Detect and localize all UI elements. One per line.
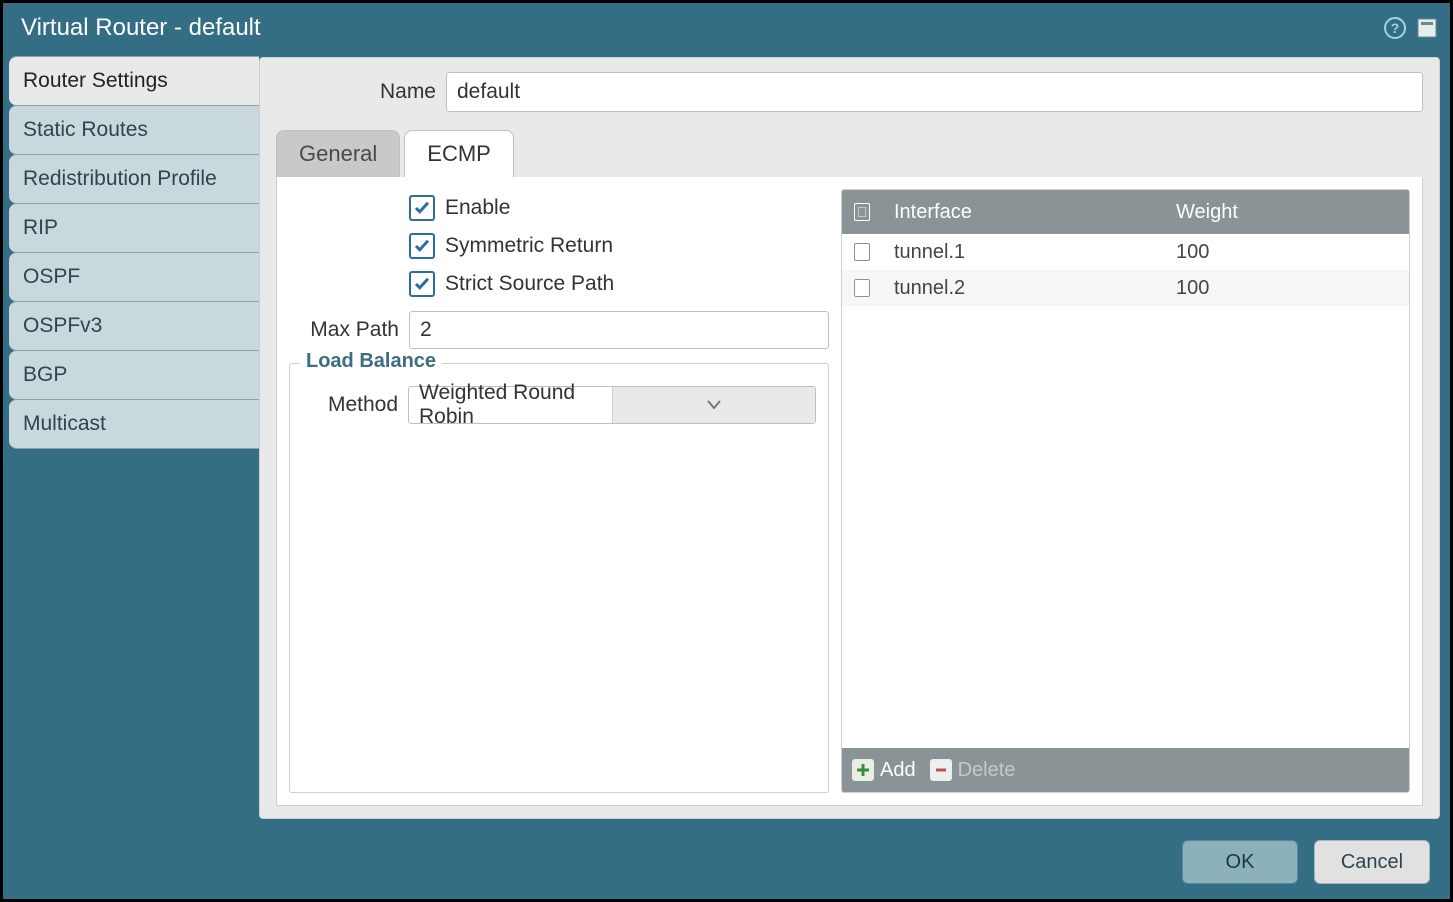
method-row: Method Weighted Round Robin [302, 386, 816, 424]
dialog-window: Virtual Router - default ? Router Settin… [3, 3, 1450, 899]
name-label: Name [276, 80, 446, 104]
symmetric-label: Symmetric Return [445, 234, 613, 258]
interface-grid: Interface Weight tunnel.1 100 tunnel.2 1… [841, 189, 1410, 793]
delete-label: Delete [958, 759, 1016, 782]
window-title: Virtual Router - default [21, 14, 261, 42]
select-all-checkbox[interactable] [854, 203, 870, 221]
tab-general[interactable]: General [276, 130, 400, 177]
dialog-footer: OK Cancel [3, 825, 1450, 899]
grid-header-interface[interactable]: Interface [882, 201, 1164, 224]
strict-row: Strict Source Path [409, 271, 829, 297]
sidebar-item-label: OSPF [23, 265, 80, 289]
dialog-body: Router Settings Static Routes Redistribu… [3, 53, 1450, 825]
maxpath-input[interactable] [409, 311, 829, 349]
cell-interface: tunnel.2 [882, 277, 1164, 300]
loadbalance-legend: Load Balance [300, 350, 442, 373]
button-label: Cancel [1341, 851, 1403, 874]
name-input[interactable] [446, 72, 1423, 112]
sidebar-item-label: RIP [23, 216, 58, 240]
tab-label: General [299, 141, 377, 166]
add-label: Add [880, 759, 916, 782]
plus-icon [852, 759, 874, 781]
enable-label: Enable [445, 196, 510, 220]
tab-body-ecmp: Enable Symmetric Return Strict Source Pa… [276, 177, 1423, 806]
title-bar: Virtual Router - default ? [3, 3, 1450, 53]
help-icon[interactable]: ? [1382, 15, 1408, 41]
minus-icon [930, 759, 952, 781]
cell-weight: 100 [1164, 241, 1409, 264]
row-checkbox[interactable] [854, 243, 870, 261]
maxpath-row: Max Path [289, 311, 829, 349]
enable-checkbox[interactable] [409, 195, 435, 221]
content-panel: Name General ECMP Enable Symmetric Retur… [259, 57, 1440, 819]
grid-header: Interface Weight [842, 190, 1409, 234]
sidebar-item-label: BGP [23, 363, 67, 387]
grid-header-checkbox-cell [842, 203, 882, 221]
sidebar-item-label: Router Settings [23, 69, 168, 93]
maxpath-label: Max Path [289, 318, 409, 342]
sidebar-item-redistribution-profile[interactable]: Redistribution Profile [9, 154, 259, 204]
method-label: Method [302, 393, 408, 417]
table-row[interactable]: tunnel.1 100 [842, 234, 1409, 270]
enable-row: Enable [409, 195, 829, 221]
sidebar-item-router-settings[interactable]: Router Settings [9, 56, 259, 106]
sidebar-item-static-routes[interactable]: Static Routes [9, 105, 259, 155]
strict-label: Strict Source Path [445, 272, 614, 296]
sidebar-item-label: OSPFv3 [23, 314, 102, 338]
name-row: Name [276, 72, 1423, 112]
sidebar-item-ospfv3[interactable]: OSPFv3 [9, 301, 259, 351]
method-select[interactable]: Weighted Round Robin [408, 386, 816, 424]
sidebar-item-bgp[interactable]: BGP [9, 350, 259, 400]
sidebar-item-rip[interactable]: RIP [9, 203, 259, 253]
sidebar-item-label: Static Routes [23, 118, 148, 142]
ok-button[interactable]: OK [1182, 840, 1298, 884]
cancel-button[interactable]: Cancel [1314, 840, 1430, 884]
sidebar-item-multicast[interactable]: Multicast [9, 399, 259, 449]
grid-body: tunnel.1 100 tunnel.2 100 [842, 234, 1409, 748]
tabs: General ECMP [276, 130, 1423, 177]
cell-interface: tunnel.1 [882, 241, 1164, 264]
method-value: Weighted Round Robin [409, 381, 612, 429]
row-checkbox[interactable] [854, 279, 870, 297]
tab-label: ECMP [427, 141, 491, 166]
loadbalance-fieldset: Load Balance Method Weighted Round Robin [289, 363, 829, 793]
grid-header-weight[interactable]: Weight [1164, 201, 1409, 224]
svg-text:?: ? [1391, 20, 1400, 36]
strict-checkbox[interactable] [409, 271, 435, 297]
chevron-down-icon [612, 387, 816, 423]
button-label: OK [1226, 851, 1255, 874]
tab-ecmp[interactable]: ECMP [404, 130, 514, 177]
delete-button[interactable]: Delete [930, 759, 1016, 782]
symmetric-row: Symmetric Return [409, 233, 829, 259]
sidebar-item-label: Redistribution Profile [23, 167, 217, 191]
ecmp-left-pane: Enable Symmetric Return Strict Source Pa… [289, 189, 829, 793]
window-control-icon[interactable] [1414, 15, 1440, 41]
sidebar-item-ospf[interactable]: OSPF [9, 252, 259, 302]
sidebar-item-label: Multicast [23, 412, 106, 436]
add-button[interactable]: Add [852, 759, 916, 782]
symmetric-checkbox[interactable] [409, 233, 435, 259]
grid-footer: Add Delete [842, 748, 1409, 792]
sidebar: Router Settings Static Routes Redistribu… [3, 53, 259, 825]
cell-weight: 100 [1164, 277, 1409, 300]
table-row[interactable]: tunnel.2 100 [842, 270, 1409, 306]
